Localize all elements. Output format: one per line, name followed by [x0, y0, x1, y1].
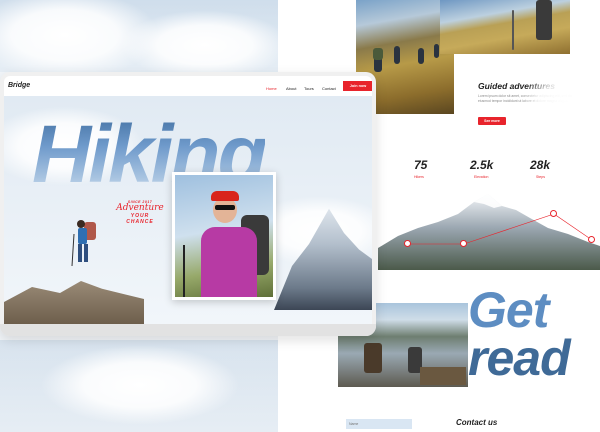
stat-label: Elevation [474, 175, 489, 179]
cloud [520, 70, 600, 130]
laptop-mockup: Bridge Home About Tours Contact Join now… [0, 72, 376, 336]
nav-item-about[interactable]: About [286, 86, 296, 91]
hiker-figure [71, 220, 96, 267]
adventure-badge: SINCE 2017 Adventure YOUR CHANCE [116, 200, 164, 236]
laptop-base [0, 324, 376, 336]
stat-label: Steps [536, 175, 545, 179]
map-marker-icon[interactable] [550, 210, 557, 217]
mockup-canvas: Guided adventures Lorem ipsum dolor sit … [0, 0, 600, 432]
laptop-screen: Bridge Home About Tours Contact Join now… [4, 76, 372, 324]
cloud [120, 10, 290, 80]
cloud [40, 345, 240, 425]
map-marker-icon[interactable] [404, 240, 411, 247]
contact-us-title: Contact us [456, 418, 498, 427]
nav-item-contact[interactable]: Contact [322, 86, 336, 91]
hiker-field-photo [440, 0, 570, 54]
map-marker-icon[interactable] [460, 240, 467, 247]
nav-item-home[interactable]: Home [266, 86, 277, 91]
see-more-button[interactable]: See more [478, 117, 506, 125]
badge-line-3: YOUR CHANCE [126, 213, 154, 225]
badge-line-2: Adventure [116, 203, 164, 213]
get-ready-heading: Get [468, 282, 549, 338]
brand-logo[interactable]: Bridge [8, 82, 30, 89]
stat-value: 28k [530, 158, 551, 172]
mountain-range-illustration [378, 194, 600, 270]
stat-label: Hikers [414, 175, 424, 179]
stat-value: 75 [414, 158, 428, 172]
name-field[interactable] [346, 419, 412, 429]
get-ready-heading-2: read [468, 330, 571, 386]
nav-item-tours[interactable]: Tours [304, 86, 314, 91]
map-marker-icon[interactable] [588, 236, 595, 243]
stat-value: 2.5k [470, 158, 494, 172]
join-now-button[interactable]: Join now [343, 81, 372, 91]
hiker-woman-photo [172, 172, 276, 300]
